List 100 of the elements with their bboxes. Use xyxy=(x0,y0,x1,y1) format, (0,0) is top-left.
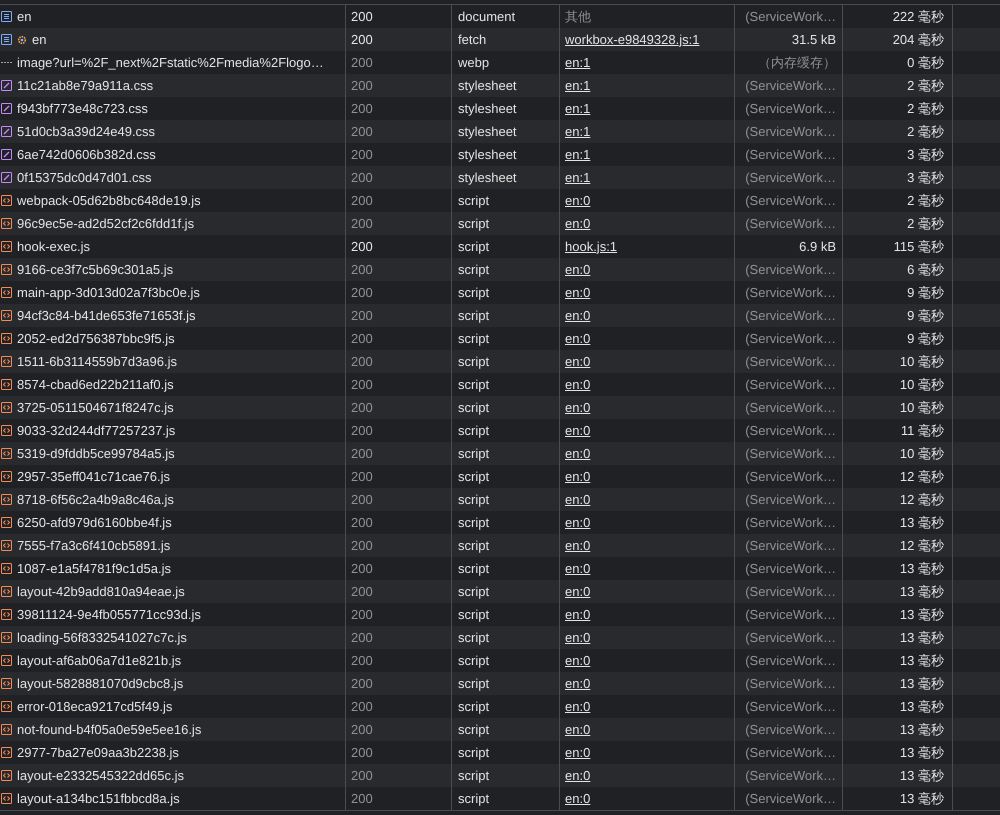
request-name[interactable]: en xyxy=(32,30,46,50)
initiator-link[interactable]: en:1 xyxy=(565,98,590,118)
initiator-link[interactable]: en:0 xyxy=(565,260,590,280)
initiator-link[interactable]: en:0 xyxy=(565,420,590,440)
script-icon xyxy=(1,448,12,459)
request-name[interactable]: 5319-d9fddb5ce99784a5.js xyxy=(17,444,175,464)
request-name[interactable]: 8574-cbad6ed22b211af0.js xyxy=(17,374,174,394)
request-type: script xyxy=(458,376,490,394)
request-name[interactable]: 9166-ce3f7c5b69c301a5.js xyxy=(17,260,174,280)
request-name[interactable]: layout-5828881070d9cbc8.js xyxy=(17,674,184,694)
status-code: 200 xyxy=(351,790,373,808)
initiator-link[interactable]: workbox-e9849328.js:1 xyxy=(565,30,700,50)
initiator-link[interactable]: en:1 xyxy=(565,144,590,164)
request-name[interactable]: webpack-05d62b8bc648de19.js xyxy=(17,190,201,210)
size-value: (ServiceWork… xyxy=(745,376,836,394)
initiator-link[interactable]: en:0 xyxy=(565,306,590,326)
request-name[interactable]: 39811124-9e4fb055771cc93d.js xyxy=(17,604,201,624)
request-name[interactable]: 7555-f7a3c6f410cb5891.js xyxy=(17,536,170,556)
initiator-link[interactable]: en:1 xyxy=(565,76,590,96)
initiator-link[interactable]: en:1 xyxy=(565,52,590,72)
time-value: 204 毫秒 xyxy=(892,30,944,49)
size-value: (ServiceWork… xyxy=(745,652,836,670)
request-name[interactable]: layout-af6ab06a7d1e821b.js xyxy=(17,650,182,670)
initiator-link[interactable]: en:0 xyxy=(565,466,590,486)
request-name[interactable]: main-app-3d013d02a7f3bc0e.js xyxy=(17,282,200,302)
request-name[interactable]: 6250-afd979d6160bbe4f.js xyxy=(17,512,172,532)
script-icon xyxy=(1,287,12,298)
status-code: 200 xyxy=(351,398,373,417)
request-name[interactable]: layout-e2332545322dd65c.js xyxy=(17,766,184,786)
request-name[interactable]: loading-56f8332541027c7c.js xyxy=(17,628,187,648)
initiator-link[interactable]: en:0 xyxy=(565,444,590,464)
request-name[interactable]: layout-a134bc151fbbcd8a.js xyxy=(17,788,180,808)
initiator-link[interactable]: en:0 xyxy=(565,398,590,418)
size-value: (ServiceWork… xyxy=(745,744,836,762)
request-name[interactable]: 1087-e1a5f4781f9c1d5a.js xyxy=(17,558,171,578)
request-name[interactable]: layout-42b9add810a94eae.js xyxy=(17,582,185,602)
request-name[interactable]: 94cf3c84-b41de653fe71653f.js xyxy=(17,306,196,326)
request-name[interactable]: 1511-6b3114559b7d3a96.js xyxy=(17,352,177,372)
initiator-link[interactable]: en:1 xyxy=(565,168,590,188)
request-name[interactable]: 9033-32d244df77257237.js xyxy=(17,420,176,440)
initiator-link[interactable]: en:0 xyxy=(565,766,590,786)
initiator-link[interactable]: en:0 xyxy=(565,282,590,302)
stylesheet-icon xyxy=(1,126,12,137)
request-type: script xyxy=(458,398,490,417)
request-name[interactable]: not-found-b4f05a0e59e5ee16.js xyxy=(17,720,202,740)
initiator-link[interactable]: en:0 xyxy=(565,650,590,670)
request-name[interactable]: 8718-6f56c2a4b9a8c46a.js xyxy=(17,490,174,510)
script-icon xyxy=(1,678,12,689)
request-name[interactable]: image?url=%2F_next%2Fstatic%2Fmedia%2Flogo… xyxy=(17,52,324,72)
status-code: 200 xyxy=(351,720,373,739)
size-value: (ServiceWork… xyxy=(745,214,836,233)
time-value: 9 毫秒 xyxy=(907,306,944,325)
initiator-link[interactable]: en:0 xyxy=(565,490,590,510)
time-value: 2 毫秒 xyxy=(907,76,944,95)
initiator-link[interactable]: en:0 xyxy=(565,512,590,532)
initiator-link[interactable]: en:0 xyxy=(565,352,590,372)
initiator-link[interactable]: en:0 xyxy=(565,558,590,578)
request-name[interactable]: hook-exec.js xyxy=(17,236,90,256)
request-type: script xyxy=(458,766,490,785)
request-type: script xyxy=(458,260,490,279)
initiator-link[interactable]: en:0 xyxy=(565,696,590,716)
initiator-link[interactable]: en:0 xyxy=(565,742,590,762)
request-name[interactable]: 96c9ec5e-ad2d52cf2c6fdd1f.js xyxy=(17,214,194,234)
request-name[interactable]: error-018eca9217cd5f49.js xyxy=(17,696,172,716)
request-name[interactable]: 2957-35eff041c71cae76.js xyxy=(17,466,170,486)
request-name[interactable]: f943bf773e48c723.css xyxy=(17,98,148,118)
initiator-link[interactable]: en:0 xyxy=(565,720,590,740)
time-value: 10 毫秒 xyxy=(900,376,944,394)
time-value: 13 毫秒 xyxy=(900,766,944,785)
size-value: (ServiceWork… xyxy=(745,720,836,739)
initiator-link[interactable]: en:0 xyxy=(565,604,590,624)
initiator-link[interactable]: en:0 xyxy=(565,190,590,210)
script-icon xyxy=(1,310,12,321)
status-code: 200 xyxy=(351,284,373,302)
initiator-link[interactable]: en:0 xyxy=(565,214,590,234)
time-value: 3 毫秒 xyxy=(907,168,944,187)
initiator-link[interactable]: en:1 xyxy=(565,122,590,142)
request-name[interactable]: 51d0cb3a39d24e49.css xyxy=(17,122,156,142)
initiator-link[interactable]: hook.js:1 xyxy=(565,236,618,256)
status-code: 200 xyxy=(351,628,373,647)
request-name[interactable]: 6ae742d0606b382d.css xyxy=(17,144,156,164)
initiator-link[interactable]: en:0 xyxy=(565,628,590,648)
request-name[interactable]: 2977-7ba27e09aa3b2238.js xyxy=(17,742,179,762)
initiator-link[interactable]: en:0 xyxy=(565,582,590,602)
initiator-link[interactable]: en:0 xyxy=(565,536,590,556)
script-icon xyxy=(1,425,12,436)
request-name[interactable]: 11c21ab8e79a911a.css xyxy=(17,76,154,96)
request-type: script xyxy=(458,606,490,624)
script-icon xyxy=(1,747,12,758)
request-name[interactable]: 3725-0511504671f8247c.js xyxy=(17,398,174,418)
request-name[interactable]: en xyxy=(17,6,32,26)
request-name[interactable]: 0f15375dc0d47d01.css xyxy=(17,168,152,188)
image-icon xyxy=(1,61,12,64)
initiator-link[interactable]: en:0 xyxy=(565,788,590,808)
initiator-link[interactable]: en:0 xyxy=(565,674,590,694)
initiator-link[interactable]: en:0 xyxy=(565,328,590,348)
request-name[interactable]: 2052-ed2d756387bbc9f5.js xyxy=(17,328,175,348)
initiator-link[interactable]: en:0 xyxy=(565,374,590,394)
request-type: script xyxy=(458,582,490,601)
document-icon xyxy=(1,11,12,22)
